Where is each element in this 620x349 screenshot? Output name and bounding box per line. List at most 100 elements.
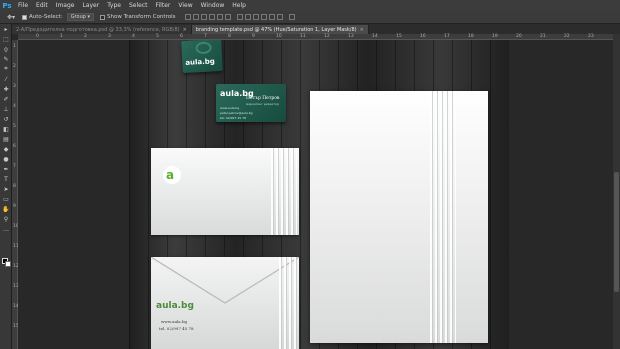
gradient-tool[interactable]: ▤ [0, 134, 12, 144]
clone-stamp-tool[interactable]: ⊥ [0, 104, 12, 114]
move-tool[interactable]: ▸ [0, 24, 12, 34]
align-bottom-icon[interactable] [201, 14, 208, 20]
ruler-v-tick: 3 [13, 84, 16, 89]
align-vcenter-icon[interactable] [193, 14, 200, 20]
ruler-v-tick: 9 [13, 204, 16, 209]
photoshop-logo: Ps [2, 1, 12, 10]
distribute-bottom-icon[interactable] [253, 14, 260, 20]
letterhead-page[interactable] [310, 91, 488, 343]
ruler-v-tick: 7 [13, 164, 16, 169]
brush-tool[interactable]: ✐ [0, 94, 12, 104]
distribute-hcenter-icon[interactable] [269, 14, 276, 20]
ruler-v-tick: 6 [13, 144, 16, 149]
ruler-h-tick: 19 [492, 34, 498, 39]
auto-align-icon[interactable] [289, 14, 296, 20]
menu-view[interactable]: View [174, 2, 196, 9]
menu-filter[interactable]: Filter [152, 2, 175, 9]
card-line: www.aula.bg [220, 106, 240, 110]
business-card-front[interactable]: aula.bg Петър Петров маркетинг директор … [216, 84, 286, 122]
menu-window[interactable]: Window [197, 2, 229, 9]
move-tool-icon[interactable]: ✥▾ [0, 14, 22, 21]
ruler-v-tick: 8 [13, 184, 16, 189]
card-role: маркетинг директор [246, 102, 279, 106]
menu-image[interactable]: Image [52, 2, 79, 9]
align-buttons [185, 14, 232, 20]
show-transform-label: Show Transform Controls [107, 14, 176, 20]
tab-predoditelna[interactable]: 2-A/Предодителна подготовка.psd @ 33,3% … [12, 25, 192, 34]
envelope-flap-line [151, 257, 299, 304]
distribute-left-icon[interactable] [261, 14, 268, 20]
ruler-h-tick: 6 [180, 34, 183, 39]
eraser-tool[interactable]: ◧ [0, 124, 12, 134]
marquee-tool[interactable]: ⬚ [0, 34, 12, 44]
business-card-back[interactable]: aula.bg [181, 40, 223, 74]
ruler-h-tick: 5 [156, 34, 159, 39]
ruler-h-tick: 9 [252, 34, 255, 39]
lasso-tool[interactable]: ϙ [0, 44, 12, 54]
distribute-top-icon[interactable] [237, 14, 244, 20]
auto-select-checkbox[interactable] [22, 14, 27, 20]
ruler-h-tick: 23 [588, 34, 594, 39]
document-workspace[interactable]: aula.bg aula.bg Петър Петров маркетинг д… [18, 40, 613, 349]
path-select-tool[interactable]: ➤ [0, 184, 12, 194]
tab-label: branding template.psd @ 47% (Hue/Saturat… [195, 26, 357, 33]
align-right-icon[interactable] [225, 14, 232, 20]
menu-type[interactable]: Type [103, 2, 125, 9]
pen-tool[interactable]: ✒ [0, 164, 12, 174]
auto-select-dropdown[interactable]: Group ▾ [66, 13, 95, 21]
show-transform-checkbox[interactable] [100, 14, 106, 20]
tab-label: 2-A/Предодителна подготовка.psd @ 33,3% … [16, 26, 180, 33]
color-swatches[interactable] [2, 258, 11, 267]
close-icon[interactable]: × [183, 27, 187, 33]
vertical-scrollbar[interactable] [613, 34, 620, 349]
quick-select-tool[interactable]: ✎ [0, 54, 12, 64]
menu-edit[interactable]: Edit [32, 2, 52, 9]
ruler-h-tick: 10 [276, 34, 282, 39]
more-tools-icon[interactable]: … [0, 224, 12, 234]
auto-select-label: Auto-Select: [29, 14, 63, 20]
ruler-h-tick: 7 [204, 34, 207, 39]
card-logo: aula.bg [185, 57, 216, 67]
decorative-stripes [271, 148, 297, 235]
auto-align-group [289, 14, 296, 20]
shape-tool[interactable]: ▭ [0, 194, 12, 204]
type-tool[interactable]: T [0, 174, 12, 184]
align-hcenter-icon[interactable] [217, 14, 224, 20]
crop-tool[interactable]: ⌗ [0, 64, 12, 74]
history-brush-tool[interactable]: ↺ [0, 114, 12, 124]
ruler-h-tick: 13 [348, 34, 354, 39]
photoshop-window: Ps File Edit Image Layer Type Select Fil… [0, 0, 620, 349]
background-color[interactable] [5, 261, 11, 267]
ruler-h-tick: 14 [372, 34, 378, 39]
eyedropper-tool[interactable]: ⁄ [0, 74, 12, 84]
align-top-icon[interactable] [185, 14, 192, 20]
envelope-flap-highlight [151, 258, 299, 306]
ruler-h-tick: 12 [324, 34, 330, 39]
close-icon[interactable]: × [360, 27, 364, 33]
ruler-h-tick: 4 [132, 34, 135, 39]
tab-branding-template[interactable]: branding template.psd @ 47% (Hue/Saturat… [191, 25, 369, 34]
zoom-tool[interactable]: ⚲ [0, 214, 12, 224]
distribute-vcenter-icon[interactable] [245, 14, 252, 20]
dodge-tool[interactable]: ● [0, 154, 12, 164]
aula-a-letter: a [166, 168, 175, 182]
ruler-v-tick: 5 [13, 124, 16, 129]
envelope-back[interactable]: aula.bg www.aula.bg tel. 02/997 45 78 [151, 257, 299, 349]
healing-brush-tool[interactable]: ✚ [0, 84, 12, 94]
menu-help[interactable]: Help [228, 2, 250, 9]
hand-tool[interactable]: ✋ [0, 204, 12, 214]
distribute-right-icon[interactable] [277, 14, 284, 20]
decorative-stripes [430, 91, 456, 343]
ruler-h-tick: 1 [60, 34, 63, 39]
menu-select[interactable]: Select [125, 2, 152, 9]
distribute-buttons [237, 14, 284, 20]
menu-file[interactable]: File [14, 2, 32, 9]
align-left-icon[interactable] [209, 14, 216, 20]
envelope-logo: aula.bg [156, 301, 194, 311]
blur-tool[interactable]: ◆ [0, 144, 12, 154]
scrollbar-thumb[interactable] [614, 172, 619, 292]
ruler-v-tick: 4 [13, 104, 16, 109]
envelope-front[interactable]: a [151, 148, 299, 235]
menu-layer[interactable]: Layer [78, 2, 103, 9]
auto-select-value: Group [70, 14, 86, 20]
